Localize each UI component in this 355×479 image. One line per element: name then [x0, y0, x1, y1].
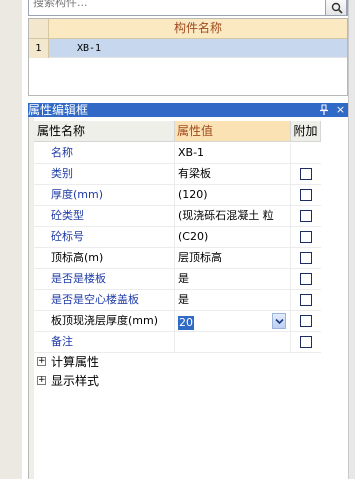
property-value-editor[interactable]: 20: [175, 311, 291, 331]
property-value[interactable]: XB-1: [175, 143, 291, 163]
append-column-header: 附加: [291, 121, 321, 142]
selected-text: 20: [178, 316, 194, 330]
property-value[interactable]: (C20): [175, 227, 291, 247]
append-checkbox[interactable]: [300, 294, 312, 306]
chevron-down-icon: [275, 318, 284, 325]
property-value[interactable]: [175, 332, 291, 352]
append-cell: [291, 143, 321, 163]
component-name-column-header[interactable]: 构件名称: [49, 19, 347, 38]
property-label: 板顶现浇层厚度(mm): [34, 311, 175, 331]
property-row-concrete-type[interactable]: 砼类型 (现浇砾石混凝土 粒: [34, 206, 321, 227]
group-calc-properties[interactable]: + 计算属性: [34, 353, 321, 372]
append-cell: [291, 332, 321, 352]
append-checkbox[interactable]: [300, 336, 312, 348]
property-name-column-header: 属性名称: [34, 121, 175, 142]
vertical-scrollbar[interactable]: [348, 0, 355, 479]
property-row-name[interactable]: 名称 XB-1: [34, 143, 321, 164]
property-label: 是否是空心楼盖板: [34, 290, 175, 310]
pin-icon[interactable]: [318, 104, 330, 116]
component-name: XB-1: [77, 43, 102, 54]
property-label: 顶标高(m): [34, 248, 175, 268]
group-label: 显示样式: [51, 374, 100, 388]
append-cell: [291, 227, 321, 247]
property-value[interactable]: 是: [175, 269, 291, 289]
property-row-top-elevation[interactable]: 顶标高(m) 层顶标高: [34, 248, 321, 269]
append-checkbox[interactable]: [300, 273, 312, 285]
component-row[interactable]: 1 XB-1: [29, 39, 347, 58]
property-label: 是否是楼板: [34, 269, 175, 289]
append-checkbox[interactable]: [300, 189, 312, 201]
property-row-concrete-grade[interactable]: 砼标号 (C20): [34, 227, 321, 248]
property-label: 厚度(mm): [34, 185, 175, 205]
component-list-header: 构件名称: [29, 19, 347, 39]
append-cell: [291, 290, 321, 310]
property-label: 砼标号: [34, 227, 175, 247]
property-value[interactable]: (现浇砾石混凝土 粒: [175, 206, 291, 226]
component-list: 构件名称 1 XB-1: [28, 18, 348, 96]
property-row-topping-thickness[interactable]: 板顶现浇层厚度(mm) 20: [34, 311, 321, 332]
group-display-style[interactable]: + 显示样式: [34, 372, 321, 391]
append-checkbox[interactable]: [300, 168, 312, 180]
property-editor-title: 属性编辑框: [28, 103, 89, 117]
append-cell: [291, 311, 321, 331]
property-value-column-header: 属性值: [175, 121, 291, 142]
append-cell: [291, 185, 321, 205]
property-label: 备注: [34, 332, 175, 352]
dropdown-button[interactable]: [272, 313, 286, 329]
append-cell: [291, 269, 321, 289]
property-value[interactable]: 有梁板: [175, 164, 291, 184]
append-checkbox[interactable]: [300, 315, 312, 327]
property-row-thickness[interactable]: 厚度(mm) (120): [34, 185, 321, 206]
search-input[interactable]: [33, 0, 323, 10]
property-label: 砼类型: [34, 206, 175, 226]
topping-thickness-input[interactable]: 20: [178, 313, 270, 330]
property-value[interactable]: (120): [175, 185, 291, 205]
expand-icon[interactable]: +: [37, 376, 46, 385]
append-checkbox[interactable]: [300, 252, 312, 264]
property-value[interactable]: 是: [175, 290, 291, 310]
append-cell: [291, 206, 321, 226]
search-bar: [28, 0, 348, 16]
property-grid: 属性名称 属性值 附加 名称 XB-1 类别 有梁板 厚度(mm) (120) …: [28, 117, 348, 479]
append-checkbox[interactable]: [300, 210, 312, 222]
property-label: 名称: [34, 143, 175, 163]
property-label: 类别: [34, 164, 175, 184]
append-checkbox[interactable]: [300, 231, 312, 243]
property-row-remarks[interactable]: 备注: [34, 332, 321, 353]
property-row-is-floor-slab[interactable]: 是否是楼板 是: [34, 269, 321, 290]
search-icon: [331, 2, 343, 14]
property-editor-titlebar[interactable]: 属性编辑框 ×: [28, 103, 348, 117]
property-row-category[interactable]: 类别 有梁板: [34, 164, 321, 185]
search-button[interactable]: [325, 0, 347, 16]
property-row-is-hollow-slab[interactable]: 是否是空心楼盖板 是: [34, 290, 321, 311]
row-number: 1: [29, 39, 49, 58]
close-icon[interactable]: ×: [334, 103, 347, 116]
append-cell: [291, 248, 321, 268]
expand-icon[interactable]: +: [37, 357, 46, 366]
left-dock-strip: [0, 0, 22, 479]
group-label: 计算属性: [51, 355, 100, 369]
property-value[interactable]: 层顶标高: [175, 248, 291, 268]
append-cell: [291, 164, 321, 184]
row-number-header: [29, 19, 49, 38]
